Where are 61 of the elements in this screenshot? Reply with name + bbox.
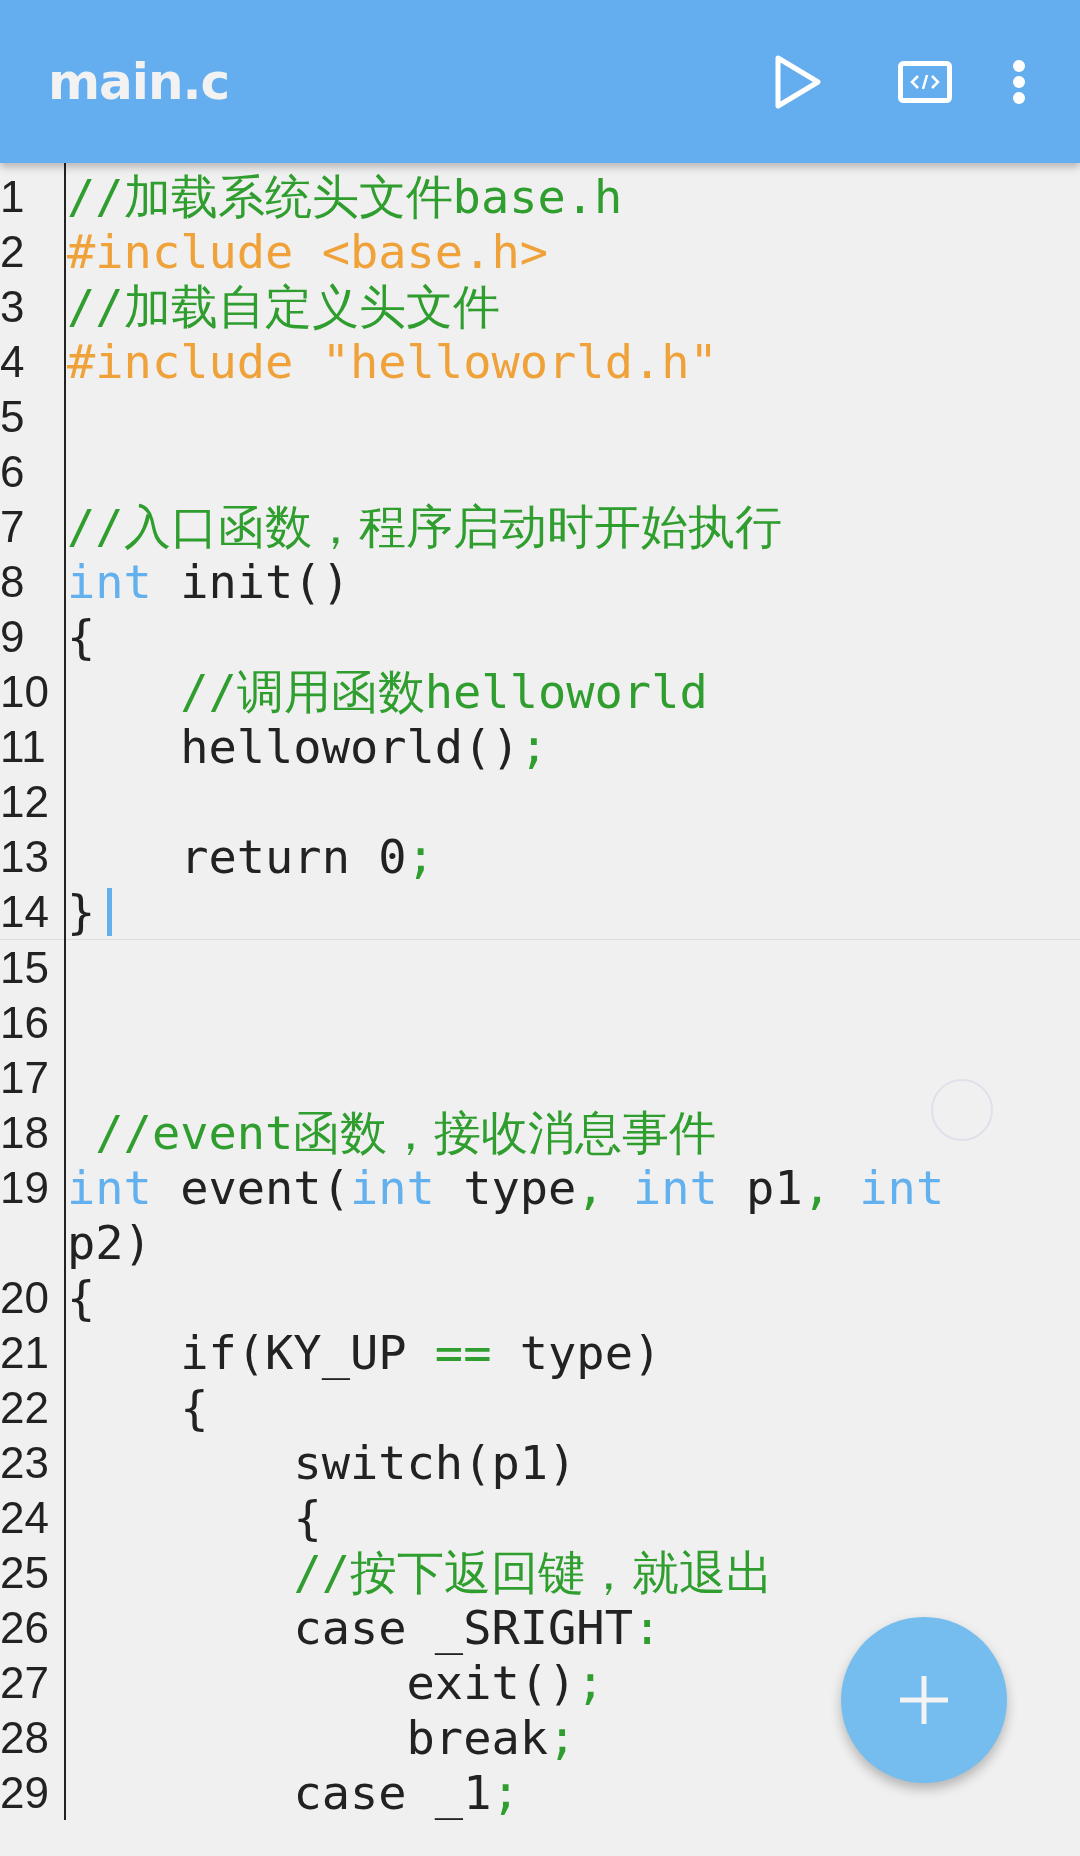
line-number: 11: [0, 721, 46, 773]
line-number: 16: [0, 997, 49, 1049]
plus-icon: [898, 1674, 950, 1726]
line-number: 13: [0, 831, 49, 883]
line-number: 19: [0, 1162, 49, 1214]
code-line: //加载系统头文件base.h: [67, 169, 624, 224]
code-line: if(KY_UP == type): [179, 1325, 663, 1380]
line-number: 4: [0, 336, 25, 388]
code-line: switch(p1): [292, 1435, 578, 1490]
line-number: 12: [0, 776, 49, 828]
code-line: {: [179, 1380, 210, 1435]
line-number: 26: [0, 1602, 49, 1654]
line-number: 7: [0, 501, 25, 553]
code-icon: [898, 60, 952, 103]
line-number: 2: [0, 226, 25, 278]
code-line: #include "helloworld.h": [67, 334, 719, 389]
line-number: 24: [0, 1492, 49, 1544]
code-line: helloworld();: [179, 719, 550, 774]
play-icon: [774, 54, 822, 109]
line-number: 28: [0, 1712, 49, 1764]
text-cursor: [107, 888, 113, 936]
code-line: {: [292, 1490, 323, 1545]
code-line: int init(): [67, 554, 351, 609]
line-number: 23: [0, 1437, 49, 1489]
code-line: //按下返回键，就退出: [292, 1545, 774, 1600]
line-number: 15: [0, 942, 49, 994]
more-icon: [1012, 58, 1026, 105]
line-number: 17: [0, 1052, 49, 1104]
line-number: 10: [0, 666, 49, 718]
line-number: 18: [0, 1107, 49, 1159]
code-view-button[interactable]: [898, 60, 952, 103]
line-number: 25: [0, 1547, 49, 1599]
code-line: //调用函数helloworld: [179, 664, 709, 719]
code-line: exit();: [405, 1655, 606, 1710]
code-line: //入口函数，程序启动时开始执行: [67, 499, 783, 554]
line-number: 27: [0, 1657, 49, 1709]
line-number: 21: [0, 1327, 49, 1379]
more-button[interactable]: [1012, 58, 1026, 105]
code-line: }: [67, 884, 193, 939]
code-line: {: [67, 609, 97, 664]
line-number: 1: [0, 171, 25, 223]
line-number: 9: [0, 611, 25, 663]
code-line: int event(int type, int p1, int p2): [67, 1160, 946, 1270]
line-number: 22: [0, 1382, 49, 1434]
code-line: //event函数，接收消息事件: [94, 1105, 718, 1160]
file-title: main.c: [48, 52, 231, 111]
code-line: case _SRIGHT:: [292, 1600, 663, 1655]
code-line: case _1;: [292, 1765, 521, 1820]
code-line: #include <base.h>: [67, 224, 550, 279]
code-line: {: [67, 1270, 97, 1325]
code-line: break;: [405, 1710, 578, 1765]
line-number: 20: [0, 1272, 49, 1324]
line-number: 6: [0, 446, 25, 498]
run-button[interactable]: [774, 54, 822, 109]
line-number: 8: [0, 556, 25, 608]
code-line: //加载自定义头文件: [67, 279, 501, 334]
line-number: 29: [0, 1767, 49, 1819]
line-number: 3: [0, 281, 25, 333]
line-number: 14: [0, 886, 49, 938]
code-line: return 0;: [179, 829, 436, 884]
line-number: 5: [0, 391, 25, 443]
